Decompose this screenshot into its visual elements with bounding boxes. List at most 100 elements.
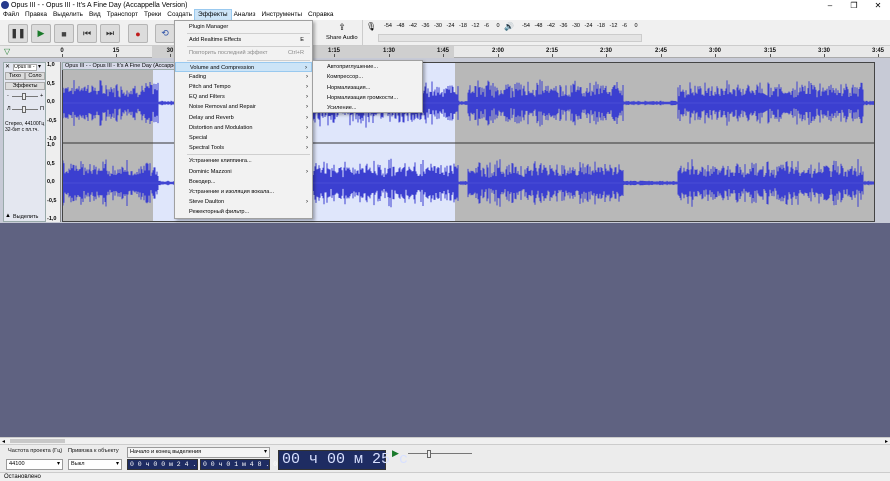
meter-tick: -36 — [421, 23, 430, 29]
effects-menu-item[interactable]: Volume and Compression › — [175, 61, 312, 72]
pause-button[interactable]: ❚❚ — [8, 24, 28, 43]
record-button[interactable]: ● — [128, 24, 148, 43]
playback-meter[interactable]: -54 -48 -42 -36 -30 -24 -18 -12 -6 0 — [516, 22, 642, 31]
speed-slider-thumb[interactable] — [427, 450, 431, 458]
menu-3[interactable]: Вид — [86, 10, 104, 20]
volume-submenu-item[interactable]: Нормализация громкости... — [313, 93, 422, 103]
scroll-thumb[interactable] — [10, 439, 65, 443]
project-rate-select[interactable]: 44100 — [6, 459, 63, 470]
ruler-tick-mark — [498, 54, 499, 57]
effects-menu-item[interactable]: Add Realtime Effects E — [175, 35, 312, 45]
ruler-tick-mark — [661, 54, 662, 57]
menu-separator — [187, 59, 310, 61]
menu-9[interactable]: Инструменты — [259, 10, 306, 20]
submenu-arrow-icon: › — [306, 135, 308, 141]
skip-start-icon: ⏮ — [82, 28, 92, 38]
effects-menu-item[interactable]: Plugin Manager — [175, 22, 312, 32]
menu-item-shortcut: Ctrl+R — [287, 50, 304, 57]
menu-1[interactable]: Правка — [22, 10, 50, 20]
skip-start-button[interactable]: ⏮ — [77, 24, 97, 43]
effects-menu-item[interactable]: Dominic Mazzoni › — [175, 167, 312, 177]
speed-slider[interactable] — [408, 453, 472, 454]
meter-tick: -24 — [446, 23, 455, 29]
selection-end-time[interactable]: 0 0 ч 0 1 м 4 8 . 0 1 1 с — [200, 459, 301, 470]
empty-track-area[interactable] — [0, 223, 890, 437]
status-bar: Остановлено — [0, 472, 890, 481]
ruler-tick-mark — [552, 54, 553, 57]
maximize-icon[interactable]: ❐ — [842, 1, 866, 10]
menu-item-label: Special — [189, 135, 208, 141]
play-icon: ▶ — [37, 28, 45, 38]
volume-submenu-item[interactable]: Усиление... — [313, 103, 422, 113]
effects-menu-item[interactable]: Distortion and Modulation › — [175, 123, 312, 133]
collapse-icon[interactable]: ▲ — [5, 213, 11, 219]
meter-tick: -12 — [471, 23, 480, 29]
volume-submenu-item[interactable]: Нормализация... — [313, 83, 422, 93]
menu-0[interactable]: Файл — [0, 10, 22, 20]
effects-menu-item[interactable]: Повторить последний эффект Ctrl+R — [175, 48, 312, 58]
timeline-options-icon[interactable]: ▽ — [4, 48, 10, 56]
effects-menu-item[interactable]: Pitch and Tempo › — [175, 82, 312, 92]
menu-item-label: Noise Removal and Repair — [189, 104, 256, 111]
menu-item-label: Режекторный фильтр... — [189, 209, 250, 216]
effects-menu-item[interactable]: Режекторный фильтр... — [175, 207, 312, 217]
effects-menu-item[interactable]: Steve Daulton › — [175, 197, 312, 207]
minimize-icon[interactable]: – — [818, 1, 842, 10]
effects-menu-item[interactable]: Delay and Reverb › — [175, 113, 312, 123]
select-track-button[interactable]: Выделить — [13, 214, 38, 220]
selection-start-time[interactable]: 0 0 ч 0 0 м 2 4 . 9 9 4 с — [127, 459, 228, 470]
pan-slider-thumb[interactable] — [22, 106, 26, 113]
menu-4[interactable]: Транспорт — [104, 10, 141, 20]
menu-5[interactable]: Треки — [141, 10, 164, 20]
stop-button[interactable]: ■ — [54, 24, 74, 43]
loop-button[interactable]: ⟲ — [155, 24, 175, 43]
speaker-icon[interactable]: 🔊 — [504, 22, 514, 31]
selection-mode-dropdown-icon[interactable]: ▾ — [264, 448, 267, 455]
timeline-ruler[interactable]: ▽ 0 15 30 1:15 1:30 1:45 2:00 2:15 2:30 2:45 3:00 3… — [0, 46, 890, 58]
gain-minus-label: - — [7, 93, 9, 99]
skip-end-icon: ⏭ — [105, 28, 115, 38]
effects-menu-item[interactable]: Spectral Tools › — [175, 143, 312, 153]
app-icon — [1, 1, 9, 9]
clip-title[interactable]: Opus III - - Opus III - It's A Fine Day … — [62, 62, 177, 70]
menu-2[interactable]: Выделить — [50, 10, 86, 20]
meter-tick: -12 — [609, 23, 618, 29]
track-menu-icon[interactable]: ▾ — [38, 63, 41, 70]
menu-6[interactable]: Создать — [164, 10, 195, 20]
horizontal-scrollbar[interactable]: ◂ ▸ — [0, 437, 890, 445]
snap-dropdown-icon[interactable]: ▾ — [116, 460, 119, 467]
share-icon[interactable]: ⇪ — [330, 22, 354, 34]
rate-dropdown-icon[interactable]: ▾ — [57, 460, 60, 467]
gain-slider-thumb[interactable] — [22, 93, 26, 100]
snap-select[interactable]: Выкл — [68, 459, 122, 470]
menu-7[interactable]: Эффекты — [194, 9, 232, 21]
effects-menu-item[interactable]: Вокодер... — [175, 177, 312, 187]
volume-submenu-item[interactable]: Автоприглушение... — [313, 62, 422, 72]
effects-menu-item[interactable]: EQ and Filters › — [175, 92, 312, 102]
effects-menu-item[interactable]: Special › — [175, 133, 312, 143]
ruler-tick-mark — [824, 54, 825, 57]
close-icon[interactable]: ✕ — [866, 1, 890, 10]
menu-10[interactable]: Справка — [305, 10, 337, 20]
pan-left-label: Л — [7, 106, 11, 112]
mic-icon[interactable]: 🎙 — [366, 22, 376, 31]
menu-8[interactable]: Анализ — [231, 10, 259, 20]
vertical-scale[interactable]: 1,0 0,5 0,0 -0,5 -1,0 1,0 0,5 0,0 -0,5 -1,0 — [46, 62, 61, 222]
track-close-icon[interactable]: ✕ — [5, 64, 11, 70]
volume-submenu-item[interactable]: Компрессор... — [313, 72, 422, 82]
track-name-button[interactable]: Opus III - - O — [13, 64, 37, 71]
effects-menu-item[interactable]: Fading › — [175, 72, 312, 82]
share-audio-button[interactable]: Share Audio — [326, 35, 358, 41]
selection-mode-select[interactable]: Начало и конец выделения — [127, 447, 270, 458]
effects-menu-item[interactable]: Устранение и изоляция вокала... — [175, 187, 312, 197]
audio-position-display[interactable]: 00 ч 00 м 25 с — [278, 450, 408, 470]
effects-menu-item[interactable]: Устранение клиппинга... — [175, 156, 312, 166]
record-meter[interactable]: -54 -48 -42 -36 -30 -24 -18 -12 -6 0 — [378, 22, 500, 31]
mute-button[interactable]: Тихо — [5, 72, 25, 80]
solo-button[interactable]: Соло — [25, 72, 45, 80]
skip-end-button[interactable]: ⏭ — [100, 24, 120, 43]
effects-menu-item[interactable]: Noise Removal and Repair › — [175, 102, 312, 112]
effects-button[interactable]: Эффекты — [5, 82, 45, 90]
menu-item-label: Spectral Tools — [189, 145, 225, 152]
play-button[interactable]: ▶ — [31, 24, 51, 43]
